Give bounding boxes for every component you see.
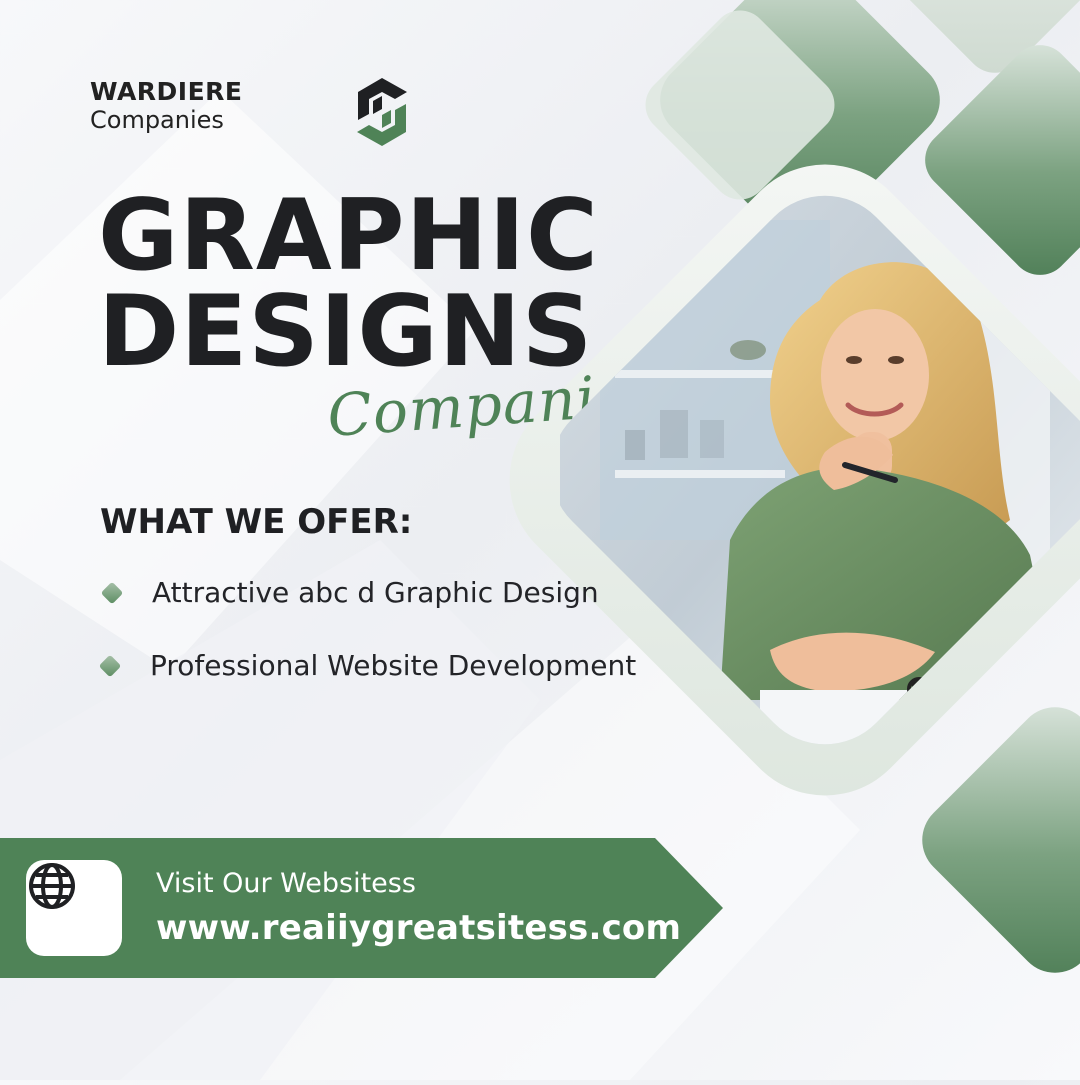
globe-icon [26,860,122,956]
cta-label: Visit Our Websitess [156,868,416,899]
website-link[interactable]: www.reaiiygreatsitess.com [156,908,681,948]
website-cta[interactable]: Visit Our Websitess www.reaiiygreatsites… [0,838,725,978]
